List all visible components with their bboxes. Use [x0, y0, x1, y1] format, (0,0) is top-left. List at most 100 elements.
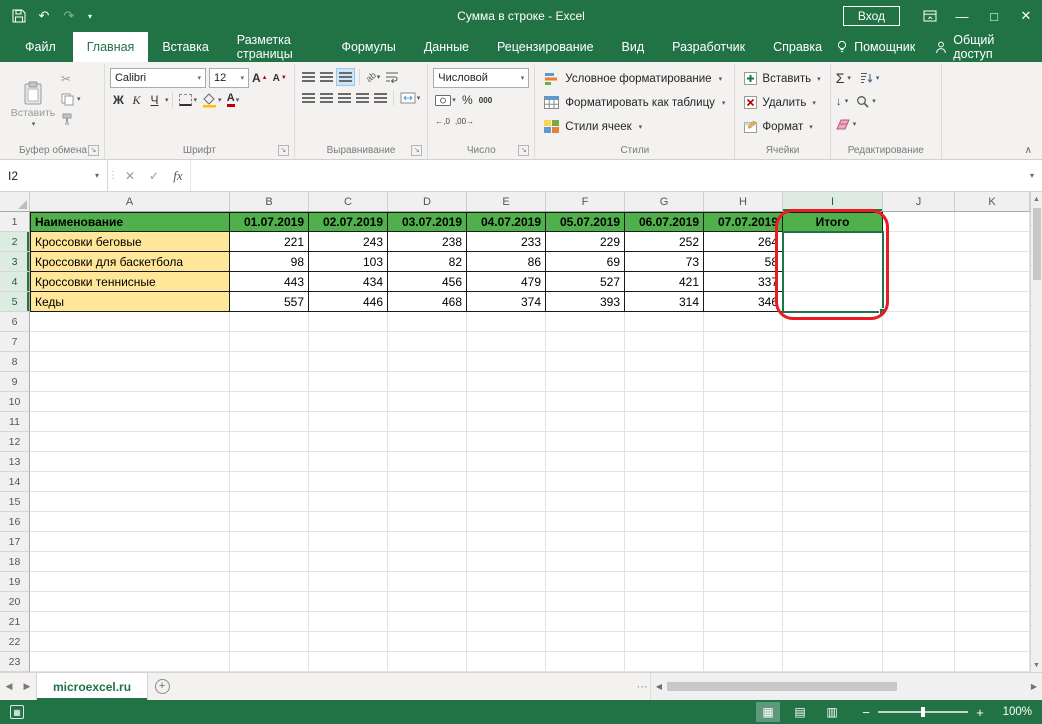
cell-F13[interactable]: [546, 452, 625, 472]
cell-G18[interactable]: [625, 552, 704, 572]
cell-F12[interactable]: [546, 432, 625, 452]
column-header-F[interactable]: F: [546, 192, 625, 211]
cell-I1[interactable]: Итого: [783, 212, 883, 232]
cell-A5[interactable]: Кеды: [30, 292, 230, 312]
cell-E4[interactable]: 479: [467, 272, 546, 292]
cell-B18[interactable]: [230, 552, 309, 572]
cell-E23[interactable]: [467, 652, 546, 672]
cell-H3[interactable]: 58: [704, 252, 783, 272]
cell-A2[interactable]: Кроссовки беговые: [30, 232, 230, 252]
cell-F8[interactable]: [546, 352, 625, 372]
cell-K3[interactable]: [955, 252, 1030, 272]
cell-F6[interactable]: [546, 312, 625, 332]
align-middle-button[interactable]: [318, 68, 335, 86]
cell-F2[interactable]: 229: [546, 232, 625, 252]
decrease-decimal-button[interactable]: ,00→: [453, 112, 476, 130]
horizontal-scrollbar-thumb[interactable]: [667, 682, 897, 691]
font-size-combo[interactable]: 12▾: [209, 68, 249, 88]
accounting-format-button[interactable]: ▾: [433, 91, 458, 109]
row-header-18[interactable]: 18: [0, 552, 30, 572]
cell-H22[interactable]: [704, 632, 783, 652]
cell-H23[interactable]: [704, 652, 783, 672]
save-icon[interactable]: [8, 5, 30, 27]
cell-A20[interactable]: [30, 592, 230, 612]
cell-F20[interactable]: [546, 592, 625, 612]
cell-J6[interactable]: [883, 312, 955, 332]
cell-I23[interactable]: [783, 652, 883, 672]
scroll-down-icon[interactable]: ▼: [1033, 658, 1040, 672]
cell-styles-button[interactable]: Стили ячеек ▾: [540, 116, 729, 137]
cell-B11[interactable]: [230, 412, 309, 432]
cell-H10[interactable]: [704, 392, 783, 412]
copy-button[interactable]: ▾: [61, 91, 81, 107]
cell-K9[interactable]: [955, 372, 1030, 392]
cell-B20[interactable]: [230, 592, 309, 612]
vertical-scrollbar[interactable]: ▲ ▼: [1030, 192, 1042, 672]
cell-J17[interactable]: [883, 532, 955, 552]
font-color-button[interactable]: А▾: [225, 91, 242, 109]
cell-J12[interactable]: [883, 432, 955, 452]
cell-I2[interactable]: [783, 232, 883, 252]
cell-I20[interactable]: [783, 592, 883, 612]
align-right-button[interactable]: [336, 89, 353, 107]
zoom-slider[interactable]: [878, 711, 968, 713]
enter-icon[interactable]: ✓: [142, 160, 166, 191]
cell-F21[interactable]: [546, 612, 625, 632]
cell-J18[interactable]: [883, 552, 955, 572]
cell-J4[interactable]: [883, 272, 955, 292]
cell-E7[interactable]: [467, 332, 546, 352]
horizontal-scrollbar[interactable]: ◀ ▶: [650, 673, 1042, 700]
cell-B23[interactable]: [230, 652, 309, 672]
select-all-corner[interactable]: [0, 192, 30, 211]
cell-H16[interactable]: [704, 512, 783, 532]
cell-H18[interactable]: [704, 552, 783, 572]
cell-K13[interactable]: [955, 452, 1030, 472]
cell-F7[interactable]: [546, 332, 625, 352]
cell-A16[interactable]: [30, 512, 230, 532]
cell-B4[interactable]: 443: [230, 272, 309, 292]
cell-D12[interactable]: [388, 432, 467, 452]
cell-H13[interactable]: [704, 452, 783, 472]
add-sheet-button[interactable]: +: [148, 673, 176, 700]
tab-insert[interactable]: Вставка: [148, 32, 222, 62]
cell-K20[interactable]: [955, 592, 1030, 612]
cell-A6[interactable]: [30, 312, 230, 332]
cell-D23[interactable]: [388, 652, 467, 672]
cell-D19[interactable]: [388, 572, 467, 592]
cell-K4[interactable]: [955, 272, 1030, 292]
cell-C1[interactable]: 02.07.2019: [309, 212, 388, 232]
cell-D21[interactable]: [388, 612, 467, 632]
cell-H12[interactable]: [704, 432, 783, 452]
cell-I17[interactable]: [783, 532, 883, 552]
undo-icon[interactable]: ↶: [33, 5, 55, 27]
cell-C17[interactable]: [309, 532, 388, 552]
ribbon-display-options-icon[interactable]: [914, 0, 946, 32]
row-header-15[interactable]: 15: [0, 492, 30, 512]
cell-D22[interactable]: [388, 632, 467, 652]
cell-H17[interactable]: [704, 532, 783, 552]
cell-C19[interactable]: [309, 572, 388, 592]
cell-H5[interactable]: 346: [704, 292, 783, 312]
formula-input[interactable]: [190, 160, 1022, 191]
cell-E10[interactable]: [467, 392, 546, 412]
cell-C21[interactable]: [309, 612, 388, 632]
cell-C5[interactable]: 446: [309, 292, 388, 312]
cell-K7[interactable]: [955, 332, 1030, 352]
cell-J3[interactable]: [883, 252, 955, 272]
conditional-formatting-button[interactable]: Условное форматирование ▾: [540, 68, 729, 89]
cell-C16[interactable]: [309, 512, 388, 532]
cell-D17[interactable]: [388, 532, 467, 552]
cell-C7[interactable]: [309, 332, 388, 352]
cell-H8[interactable]: [704, 352, 783, 372]
cell-K18[interactable]: [955, 552, 1030, 572]
column-header-A[interactable]: A: [30, 192, 230, 211]
row-header-5[interactable]: 5: [0, 292, 30, 312]
underline-button[interactable]: Ч: [146, 91, 163, 109]
cell-J8[interactable]: [883, 352, 955, 372]
cell-B19[interactable]: [230, 572, 309, 592]
cell-F14[interactable]: [546, 472, 625, 492]
cell-D16[interactable]: [388, 512, 467, 532]
sheet-nav-left-icon[interactable]: ◀: [0, 673, 18, 700]
cell-G21[interactable]: [625, 612, 704, 632]
cell-F3[interactable]: 69: [546, 252, 625, 272]
